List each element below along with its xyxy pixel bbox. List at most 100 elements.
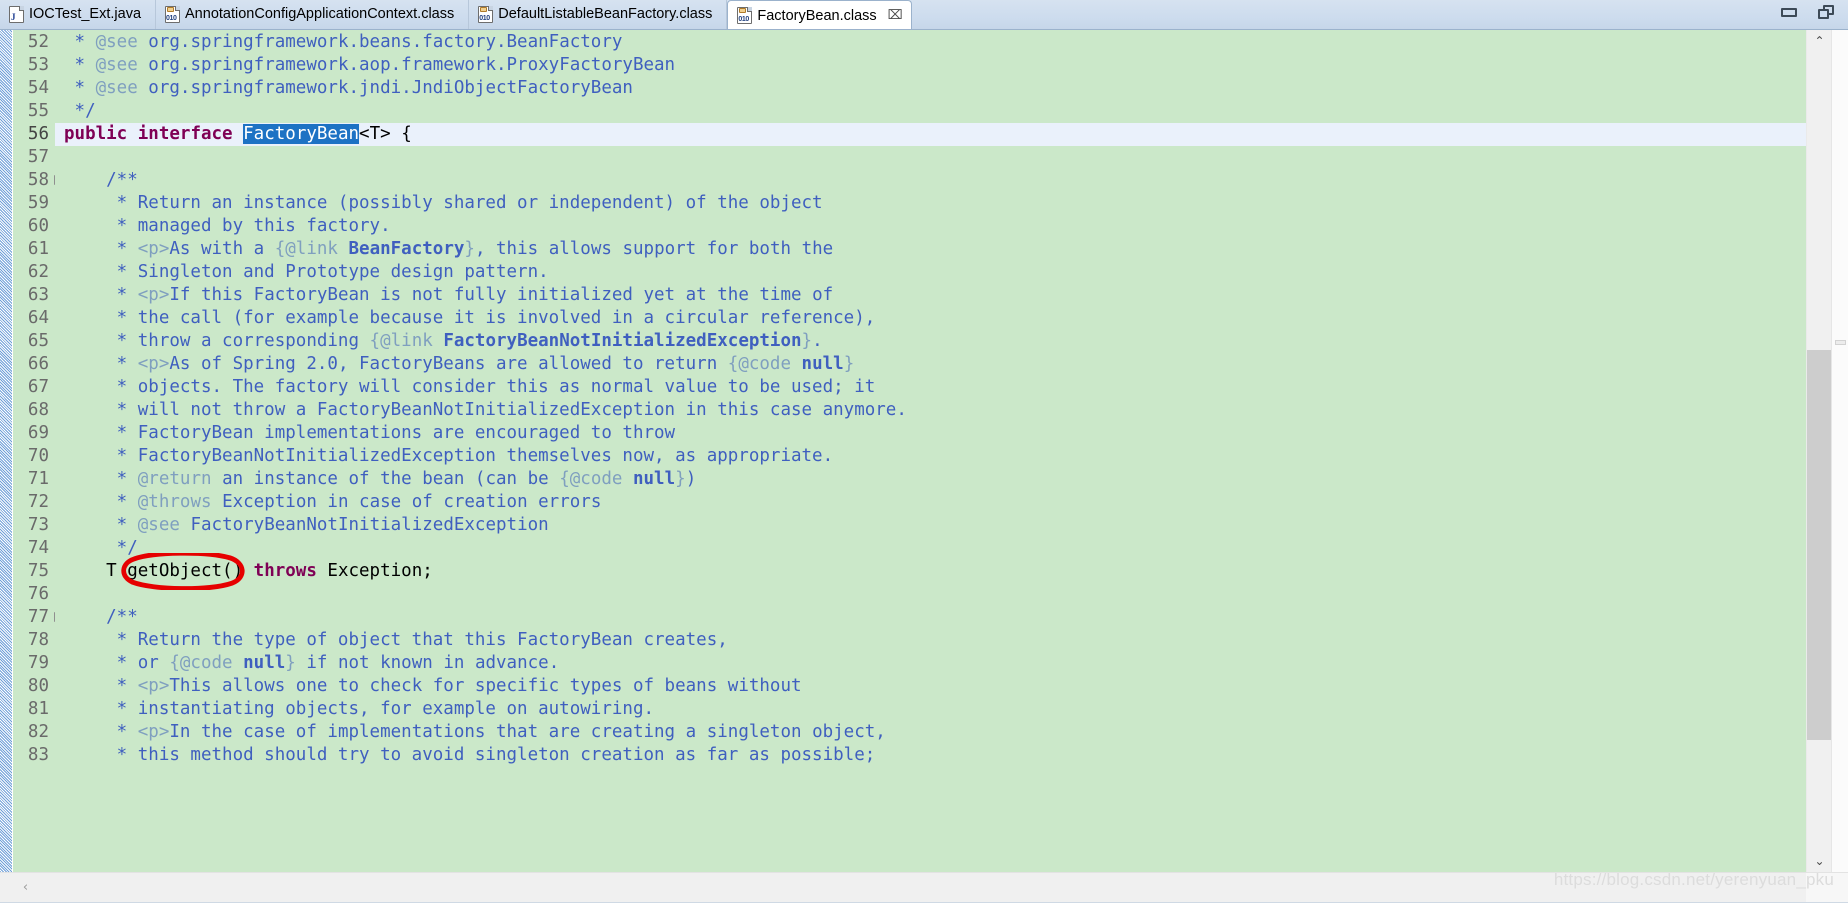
code-line[interactable]: * @throws Exception in case of creation … — [55, 491, 1806, 514]
code-token: */ — [64, 538, 138, 558]
code-token: * objects. The factory will consider thi… — [64, 377, 876, 397]
code-token: {@link — [274, 239, 338, 259]
code-token: . — [812, 331, 823, 351]
code-line[interactable]: * @see FactoryBeanNotInitializedExceptio… — [55, 514, 1806, 537]
code-line[interactable]: public interface FactoryBean<T> { — [55, 123, 1806, 146]
line-number: 72 — [27, 492, 49, 512]
line-number: 58 — [13, 169, 64, 192]
code-line[interactable]: T getObject() throws Exception; — [55, 560, 1806, 583]
overview-ruler[interactable] — [1831, 30, 1848, 872]
editor-tab-bar: J IOCTest_Ext.java 010 AnnotationConfigA… — [0, 0, 1848, 30]
line-number: 80 — [27, 676, 49, 696]
code-line[interactable]: * <p>If this FactoryBean is not fully in… — [55, 284, 1806, 307]
code-token: } — [464, 239, 475, 259]
code-token: */ — [64, 101, 96, 121]
code-canvas[interactable]: * @see org.springframework.beans.factory… — [55, 30, 1806, 872]
code-token: * — [64, 285, 138, 305]
code-line[interactable]: * FactoryBean implementations are encour… — [55, 422, 1806, 445]
code-line[interactable]: * the call (for example because it is in… — [55, 307, 1806, 330]
code-token: } — [843, 354, 855, 374]
restore-icon[interactable] — [1818, 5, 1834, 19]
overview-marker[interactable] — [1835, 340, 1846, 345]
code-line[interactable]: * or {@code null} if not known in advanc… — [55, 652, 1806, 675]
code-token: * FactoryBeanNotInitializedException the… — [64, 446, 834, 466]
code-line[interactable]: /** — [55, 169, 1806, 192]
code-line[interactable]: * will not throw a FactoryBeanNotInitial… — [55, 399, 1806, 422]
code-token: } — [675, 469, 686, 489]
line-number: 73 — [27, 515, 49, 535]
code-token: org.springframework.aop.framework.ProxyF… — [137, 55, 676, 75]
code-token: FactoryBeanNotInitializedException — [179, 515, 549, 535]
code-line[interactable]: * this method should try to avoid single… — [55, 744, 1806, 767]
code-token: {@link — [369, 331, 433, 351]
code-token: /** — [64, 170, 138, 190]
scroll-down-icon[interactable]: ⌄ — [1807, 850, 1832, 872]
code-token: @see — [95, 32, 138, 52]
code-token: BeanFactory — [348, 239, 465, 259]
watermark-text: https://blog.csdn.net/yerenyuan_pku — [1553, 870, 1834, 889]
code-token: * this method should try to avoid single… — [64, 745, 876, 765]
line-number: 68 — [27, 400, 49, 420]
java-file-icon: J — [9, 5, 24, 23]
code-token: @return — [137, 469, 212, 489]
code-line[interactable]: */ — [55, 100, 1806, 123]
code-line[interactable]: * @see org.springframework.aop.framework… — [55, 54, 1806, 77]
scroll-left-icon[interactable]: ‹ — [13, 873, 38, 902]
horizontal-scrollbar-track[interactable] — [38, 873, 1806, 902]
code-line[interactable] — [55, 146, 1806, 169]
code-token: null — [243, 653, 286, 673]
close-icon[interactable]: ⌧ — [888, 9, 903, 22]
code-line[interactable]: * <p>As of Spring 2.0, FactoryBeans are … — [55, 353, 1806, 376]
line-number: 67 — [27, 377, 49, 397]
code-line[interactable]: /** — [55, 606, 1806, 629]
code-token: if not known in advance. — [295, 653, 560, 673]
code-token: @see — [137, 515, 180, 535]
vertical-scrollbar[interactable]: ⌃ ⌄ — [1806, 30, 1832, 872]
tab-ioctest-ext-java[interactable]: J IOCTest_Ext.java — [0, 0, 157, 29]
code-token: * — [64, 32, 96, 52]
code-token: throws — [253, 561, 317, 581]
code-line[interactable]: * FactoryBeanNotInitializedException the… — [55, 445, 1806, 468]
eclipse-editor-window: J IOCTest_Ext.java 010 AnnotationConfigA… — [0, 0, 1848, 908]
scroll-up-icon[interactable]: ⌃ — [1807, 30, 1832, 52]
code-line[interactable]: * managed by this factory. — [55, 215, 1806, 238]
code-token: * — [64, 676, 138, 696]
vertical-scrollbar-thumb[interactable] — [1807, 350, 1832, 740]
window-bottom-border — [0, 902, 1848, 908]
line-number: 60 — [27, 216, 49, 236]
code-line[interactable]: * objects. The factory will consider thi… — [55, 376, 1806, 399]
code-line[interactable]: * instantiating objects, for example on … — [55, 698, 1806, 721]
code-token: @see — [95, 55, 138, 75]
code-token: * — [64, 515, 138, 535]
code-token: * FactoryBean implementations are encour… — [64, 423, 676, 443]
code-line[interactable]: * @return an instance of the bean (can b… — [55, 468, 1806, 491]
code-line[interactable]: * <p>This allows one to check for specif… — [55, 675, 1806, 698]
code-token: T getObject() — [64, 561, 254, 581]
code-line[interactable]: * @see org.springframework.beans.factory… — [55, 31, 1806, 54]
window-controls — [1781, 5, 1834, 19]
code-token: * — [64, 239, 138, 259]
code-token: * — [64, 722, 138, 742]
tab-defaultlistablebeanfactory-class[interactable]: 010 DefaultListableBeanFactory.class — [469, 0, 728, 29]
code-line[interactable]: * Singleton and Prototype design pattern… — [55, 261, 1806, 284]
code-line[interactable] — [55, 583, 1806, 606]
code-token: In the case of implementations that are … — [169, 722, 886, 742]
code-line[interactable]: * throw a corresponding {@link FactoryBe… — [55, 330, 1806, 353]
code-line[interactable]: * <p>As with a {@link BeanFactory}, this… — [55, 238, 1806, 261]
code-line[interactable]: * Return the type of object that this Fa… — [55, 629, 1806, 652]
tab-label: DefaultListableBeanFactory.class — [498, 6, 713, 22]
code-token: * — [64, 354, 138, 374]
tab-annotationconfigapplicationcontext-class[interactable]: 010 AnnotationConfigApplicationContext.c… — [156, 0, 470, 29]
code-line[interactable]: * <p>In the case of implementations that… — [55, 721, 1806, 744]
tab-factorybean-class[interactable]: 010 FactoryBean.class ⌧ — [727, 0, 912, 29]
code-token: interface — [137, 124, 233, 144]
code-line[interactable]: * @see org.springframework.jndi.JndiObje… — [55, 77, 1806, 100]
code-line[interactable]: * Return an instance (possibly shared or… — [55, 192, 1806, 215]
code-line[interactable]: */ — [55, 537, 1806, 560]
minimize-icon[interactable] — [1781, 7, 1797, 17]
line-number: 53 — [27, 55, 49, 75]
code-token: * managed by this factory. — [64, 216, 391, 236]
